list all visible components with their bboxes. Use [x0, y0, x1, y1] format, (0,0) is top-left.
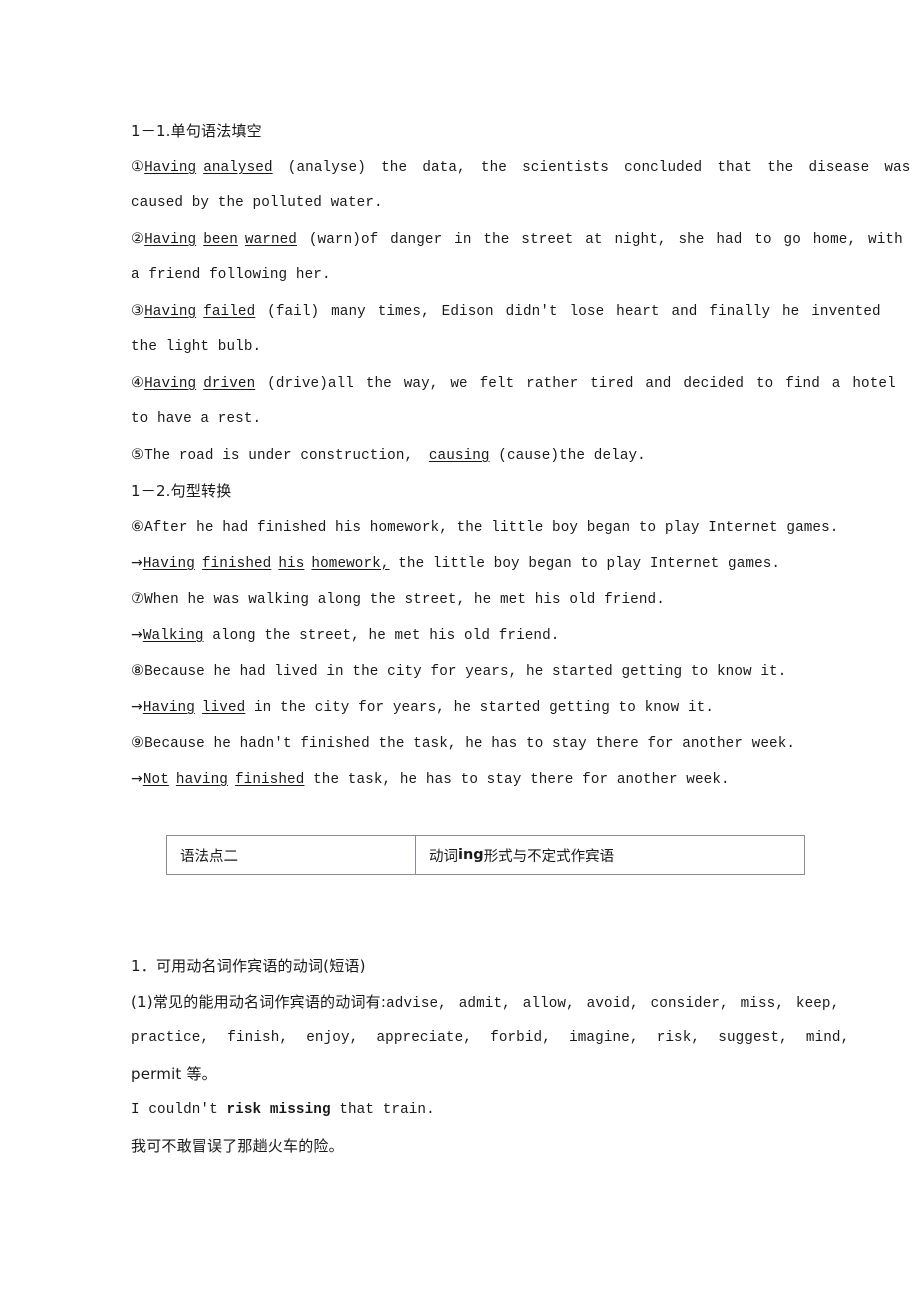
exercise-item-1-cont: caused by the polluted water. [131, 185, 809, 221]
transform-arrow-icon: → [131, 627, 143, 643]
exercise-item-3: ③Having failed (fail) many times, Edison … [131, 293, 881, 329]
grammar-point-label-cell: 语法点二 [167, 836, 416, 874]
item-number: ⑥ [131, 519, 145, 535]
verbs-list-part2: practice, finish, enjoy, appreciate, for… [131, 1030, 850, 1046]
answer-rest: the task, he has to stay there for anoth… [304, 772, 730, 788]
exercise-item-8-answer: →Having lived in the city for years, he s… [131, 689, 809, 725]
exercise-item-1: ①Having analysed (analyse) the data, the … [131, 149, 910, 185]
item-original-sentence: Because he hadn't finished the task, he … [144, 736, 796, 752]
section-two-title: 1．可用动名词作宾语的动词(短语) [131, 957, 366, 975]
answer-blank: homework, [311, 556, 390, 572]
answer-blank: analysed [203, 160, 273, 176]
answer-blank: causing [428, 448, 490, 464]
answer-blank: warned [244, 232, 297, 248]
item-text-continuation: a friend following her. [131, 267, 331, 283]
verbs-intro-label: (1)常见的能用动名词作宾语的动词有: [131, 993, 387, 1011]
item-number: ⑦ [131, 591, 145, 607]
item-original-sentence: Because he had lived in the city for yea… [144, 664, 787, 680]
answer-blank: Having [144, 232, 197, 248]
exercise-item-6-answer: →Having finished his homework, the little b… [131, 545, 809, 581]
item-number: ⑨ [131, 735, 145, 751]
exercise-item-5: ⑤The road is under construction, causing… [131, 437, 809, 473]
item-text-continuation: caused by the polluted water. [131, 195, 383, 211]
item-text: (cause)the delay. [489, 448, 646, 464]
answer-blank: Having [144, 304, 197, 320]
answer-blank: driven [203, 376, 256, 392]
exercise-item-9-answer: →Not having finished the task, he has to s… [131, 761, 809, 797]
item-text-continuation: the light bulb. [131, 339, 262, 355]
item-number: ② [131, 231, 145, 247]
answer-rest: along the street, he met his old friend. [203, 628, 560, 644]
item-number: ① [131, 159, 145, 175]
transform-arrow-icon: → [131, 771, 143, 787]
item-text-prefix: The road is under construction, [144, 448, 422, 464]
example-pre: I couldn't [131, 1102, 227, 1118]
worksheet-page: 1－1.单句语法填空 ①Having analysed (analyse) the… [0, 0, 920, 1302]
grammar-point-title-pre: 动词 [429, 848, 458, 865]
answer-blank: having [175, 772, 228, 788]
exercise-item-3-cont: the light bulb. [131, 329, 809, 365]
grammar-point-title-cell: 动词 ing 形式与不定式作宾语 [416, 836, 804, 874]
section-two-verbs-line1: (1)常见的能用动名词作宾语的动词有:advise, admit, allow,… [131, 984, 839, 1020]
item-text: (fail) many times, Edison didn't lose he… [255, 304, 881, 320]
grammar-point-title-bold: ing [458, 847, 484, 863]
answer-blank: Not [142, 772, 169, 788]
transform-arrow-icon: → [131, 555, 143, 571]
answer-blank: finished [201, 556, 272, 572]
example-highlight: risk missing [226, 1102, 331, 1118]
item-number: ④ [131, 375, 145, 391]
item-original-sentence: When he was walking along the street, he… [144, 592, 665, 608]
exercise-item-8: ⑧Because he had lived in the city for ye… [131, 653, 809, 689]
section-two: 1．可用动名词作宾语的动词(短语) (1)常见的能用动名词作宾语的动词有:adv… [131, 948, 849, 1164]
grammar-point-label: 语法点二 [180, 848, 238, 865]
exercise-item-4: ④Having driven (drive)all the way, we fel… [131, 365, 896, 401]
answer-blank: Having [142, 556, 195, 572]
section-one: 1－1.单句语法填空 ①Having analysed (analyse) the… [131, 113, 910, 797]
exercise-item-7: ⑦When he was walking along the street, h… [131, 581, 809, 617]
answer-blank: Having [144, 376, 197, 392]
answer-blank: finished [234, 772, 305, 788]
verbs-list-part3: permit 等。 [131, 1065, 217, 1083]
answer-blank: failed [203, 304, 256, 320]
item-text-continuation: to have a rest. [131, 411, 262, 427]
exercise-item-4-cont: to have a rest. [131, 401, 809, 437]
transform-arrow-icon: → [131, 699, 143, 715]
item-text: (warn)of danger in the street at night, … [296, 232, 903, 248]
answer-blank: been [203, 232, 238, 248]
item-original-sentence: After he had finished his homework, the … [144, 520, 839, 536]
exercise-item-7-answer: →Walking along the street, he met his ol… [131, 617, 809, 653]
section-heading-1-2: 1－2.句型转换 [131, 482, 232, 500]
exercise-item-9: ⑨Because he hadn't finished the task, he… [131, 725, 809, 761]
exercise-item-6: ⑥After he had finished his homework, the… [131, 509, 838, 545]
exercise-item-2: ②Having been warned (warn)of danger in the… [131, 221, 903, 257]
answer-rest: the little boy began to play Internet ga… [389, 556, 781, 572]
item-number: ⑤ [131, 447, 145, 463]
section-two-verbs-line3: permit 等。 [131, 1056, 821, 1092]
answer-blank: his [278, 556, 305, 572]
grammar-point-table: 语法点二 动词 ing 形式与不定式作宾语 [166, 835, 805, 875]
answer-blank: lived [201, 700, 246, 716]
item-number: ⑧ [131, 663, 145, 679]
example-sentence: I couldn't risk missing that train. [131, 1092, 821, 1128]
verbs-list-part1: advise, admit, allow, avoid, consider, m… [386, 996, 840, 1012]
section-heading-1-1: 1－1.单句语法填空 [131, 122, 262, 140]
exercise-item-2-cont: a friend following her. [131, 257, 809, 293]
grammar-point-title-post: 形式与不定式作宾语 [483, 848, 615, 865]
item-text: (analyse) the data, the scientists concl… [272, 160, 911, 176]
example-translation: 我可不敢冒误了那趟火车的险。 [131, 1137, 344, 1155]
answer-rest: in the city for years, he started gettin… [245, 700, 715, 716]
example-post: that train. [330, 1102, 435, 1118]
answer-blank: Walking [142, 628, 204, 644]
item-text: (drive)all the way, we felt rather tired… [255, 376, 896, 392]
item-number: ③ [131, 303, 145, 319]
section-two-verbs-line2: practice, finish, enjoy, appreciate, for… [131, 1020, 849, 1056]
answer-blank: Having [142, 700, 195, 716]
answer-blank: Having [144, 160, 197, 176]
